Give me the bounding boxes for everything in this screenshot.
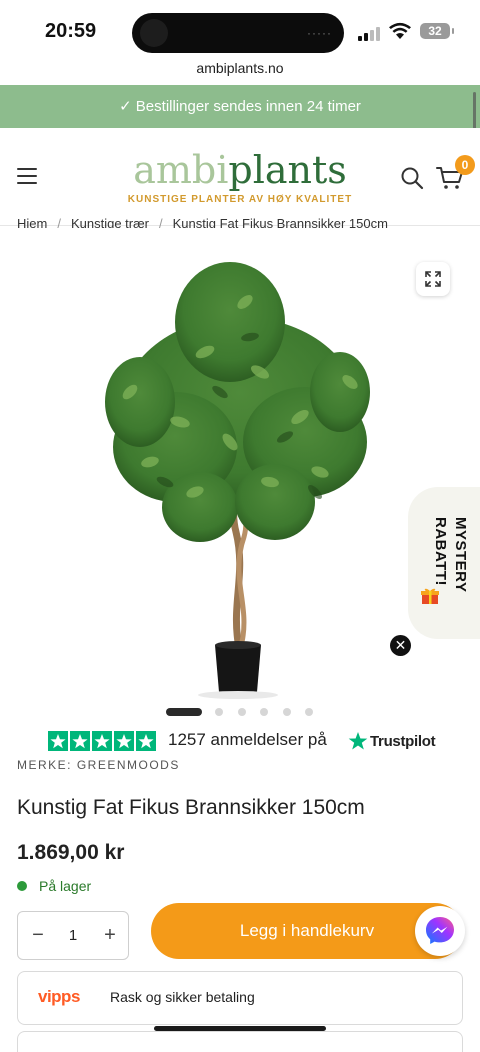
- wifi-icon: [389, 22, 411, 39]
- review-count: 1257 anmeldelser på: [168, 730, 327, 749]
- product-gallery[interactable]: [0, 232, 480, 702]
- quantity-stepper: − 1 +: [17, 911, 129, 960]
- breadcrumb-current: Kunstig Fat Fikus Brannsikker 150cm: [172, 216, 388, 228]
- product-title: Kunstig Fat Fikus Brannsikker 150cm: [17, 796, 365, 819]
- gallery-dot-6[interactable]: [305, 708, 313, 716]
- stock-label: På lager: [39, 878, 92, 894]
- shipping-banner: ✓ Bestillinger sendes innen 24 timer: [0, 85, 480, 128]
- trustpilot-logo: Trustpilot: [348, 731, 438, 753]
- vipps-logo: vipps: [38, 987, 80, 1006]
- quantity-increase-button[interactable]: +: [100, 924, 120, 947]
- gift-icon: [421, 588, 439, 604]
- gallery-dot-4[interactable]: [260, 708, 268, 716]
- messenger-icon: [426, 917, 454, 944]
- messenger-chat-button[interactable]: [415, 906, 465, 956]
- trustpilot-rating-stars: [48, 731, 156, 753]
- logo-word-plants: plants: [228, 148, 347, 192]
- now-playing-icon: [140, 19, 168, 47]
- payment-text: Rask og sikker betaling: [110, 989, 255, 1005]
- dynamic-island: ·····: [132, 13, 344, 53]
- quantity-decrease-button[interactable]: −: [28, 924, 48, 947]
- address-bar-url[interactable]: ambiplants.no: [0, 60, 480, 76]
- search-icon[interactable]: [400, 166, 424, 190]
- cart-count-badge[interactable]: 0: [455, 155, 475, 175]
- breadcrumb-category[interactable]: Kunstige trær: [71, 216, 149, 228]
- logo-tagline: KUNSTIGE PLANTER AV HØY KVALITET: [127, 194, 353, 205]
- next-info-card: [17, 1031, 463, 1052]
- stock-status: På lager: [17, 878, 91, 894]
- product-price: 1.869,00 kr: [17, 841, 125, 864]
- close-mystery-icon[interactable]: ✕: [390, 635, 411, 656]
- gallery-dot-5[interactable]: [283, 708, 291, 716]
- gallery-dot-3[interactable]: [238, 708, 246, 716]
- logo-word-ambi: ambi: [133, 148, 229, 192]
- site-header: ambiplants KUNSTIGE PLANTER AV HØY KVALI…: [0, 128, 480, 226]
- trustpilot-star-icon: [348, 732, 368, 750]
- product-image-ficus: [105, 262, 370, 699]
- battery-indicator: 32: [420, 23, 454, 39]
- status-bar: 20:59 ····· 32 ambiplants.no: [0, 0, 480, 76]
- payment-info-card: vipps Rask og sikker betaling: [17, 971, 463, 1025]
- clock: 20:59: [45, 20, 97, 42]
- breadcrumb-home[interactable]: Hjem: [17, 216, 47, 228]
- gallery-dot-2[interactable]: [215, 708, 223, 716]
- mystery-discount-label: MYSTERY RABATT!: [432, 517, 469, 593]
- gallery-pagination: [0, 708, 480, 718]
- quantity-input[interactable]: 1: [62, 927, 84, 944]
- mystery-discount-tab[interactable]: MYSTERY RABATT!: [408, 487, 480, 639]
- product-brand: MERKE: GREENMOODS: [17, 758, 180, 772]
- gallery-dot-1[interactable]: [166, 708, 202, 716]
- home-indicator[interactable]: [154, 1026, 326, 1031]
- in-stock-indicator: [17, 881, 27, 892]
- expand-image-icon[interactable]: [416, 262, 450, 296]
- island-dots: ·····: [307, 26, 332, 40]
- breadcrumb: Hjem / Kunstige trær / Kunstig Fat Fikus Bra…: [17, 216, 388, 228]
- cellular-signal-icon: [358, 25, 382, 41]
